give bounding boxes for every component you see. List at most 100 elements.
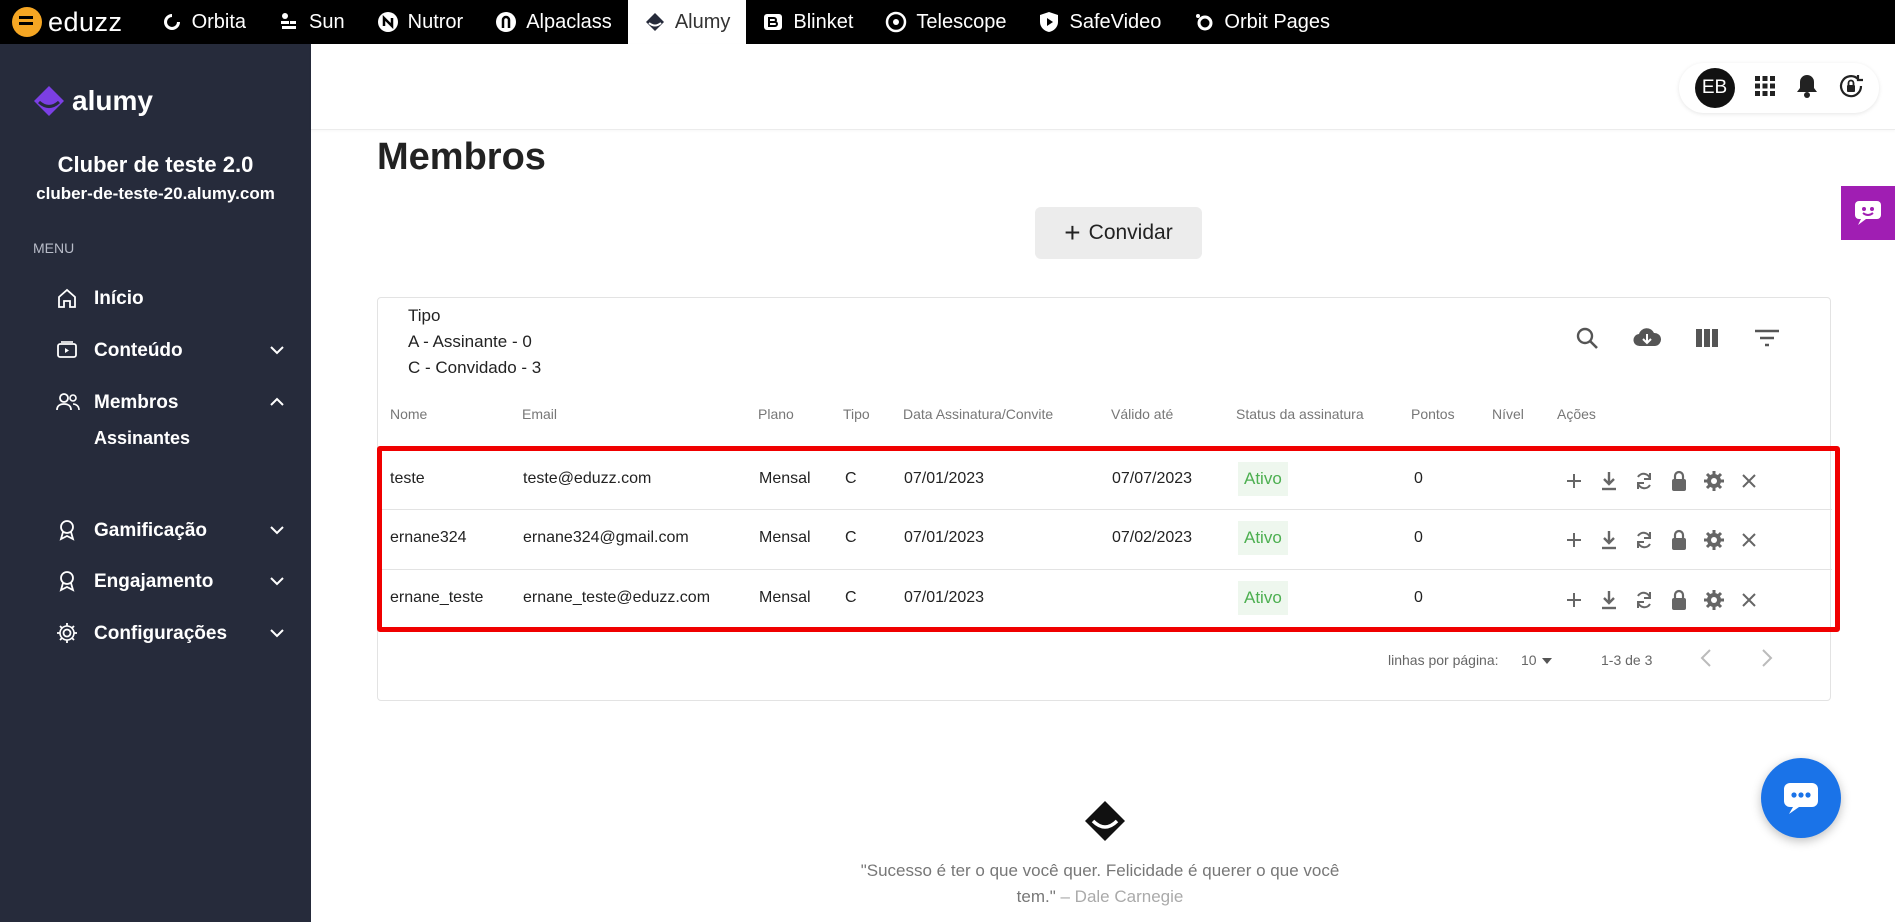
legend-title: Tipo xyxy=(408,306,441,325)
gear-icon xyxy=(56,622,80,646)
app-nutror[interactable]: Nutror xyxy=(361,0,480,44)
sidebar-item-membros[interactable]: Membros xyxy=(56,386,286,420)
col-header-nome[interactable]: Nome xyxy=(390,406,427,422)
col-header-data[interactable]: Data Assinatura/Convite xyxy=(903,406,1053,422)
lock-icon[interactable] xyxy=(1667,469,1691,493)
sidebar-item-label: Início xyxy=(94,288,144,309)
app-alpaclass[interactable]: Alpaclass xyxy=(479,0,628,44)
sidebar-item-gamificacao[interactable]: Gamificação xyxy=(56,514,286,548)
refresh-icon[interactable] xyxy=(1632,469,1656,493)
alumy-logo-icon xyxy=(1085,801,1125,841)
gear-icon[interactable] xyxy=(1702,588,1726,612)
app-label: Alumy xyxy=(674,10,731,33)
close-icon[interactable] xyxy=(1737,528,1761,552)
cell-email: ernane_teste@eduzz.com xyxy=(523,589,711,606)
close-icon[interactable] xyxy=(1737,469,1761,493)
chevron-down-icon xyxy=(268,624,286,648)
eduzz-brand[interactable]: eduzz xyxy=(0,0,145,44)
columns-icon[interactable] xyxy=(1692,323,1722,353)
table-row[interactable]: teste teste@eduzz.com Mensal C 07/01/202… xyxy=(378,450,1832,510)
search-icon[interactable] xyxy=(1572,323,1602,353)
plus-icon[interactable] xyxy=(1562,469,1586,493)
caret-down-icon xyxy=(1541,652,1553,668)
app-alumy[interactable]: Alumy xyxy=(627,0,747,44)
cell-data: 07/01/2023 xyxy=(904,589,985,606)
cell-data: 07/01/2023 xyxy=(904,529,985,546)
next-page-button[interactable] xyxy=(1760,648,1774,671)
logout-icon[interactable] xyxy=(1838,73,1864,104)
feedback-tab[interactable] xyxy=(1841,186,1895,240)
app-safevideo[interactable]: SafeVideo xyxy=(1022,0,1177,44)
cell-plano: Mensal xyxy=(759,529,811,546)
sidebar-item-inicio[interactable]: Início xyxy=(56,282,286,316)
app-label: SafeVideo xyxy=(1069,10,1162,33)
gear-icon[interactable] xyxy=(1702,528,1726,552)
row-actions xyxy=(1562,469,1761,493)
table-row[interactable]: ernane_teste ernane_teste@eduzz.com Mens… xyxy=(378,570,1832,630)
table-toolbar xyxy=(1572,323,1782,353)
col-header-pontos[interactable]: Pontos xyxy=(1411,406,1455,422)
brand-label: eduzz xyxy=(48,6,123,37)
app-sun[interactable]: Sun xyxy=(262,0,361,44)
rows-per-page-select[interactable]: 10 xyxy=(1521,652,1553,668)
gear-icon[interactable] xyxy=(1702,469,1726,493)
quote-author: – Dale Carnegie xyxy=(1060,887,1184,906)
invite-button[interactable]: + Convidar xyxy=(1035,207,1202,259)
lock-icon[interactable] xyxy=(1667,588,1691,612)
download-icon[interactable] xyxy=(1597,469,1621,493)
close-icon[interactable] xyxy=(1737,588,1761,612)
refresh-icon[interactable] xyxy=(1632,588,1656,612)
col-header-valido[interactable]: Válido até xyxy=(1111,406,1173,422)
cell-plano: Mensal xyxy=(759,589,811,606)
filter-icon[interactable] xyxy=(1752,323,1782,353)
orbit-pages-icon xyxy=(1193,11,1215,33)
cell-pontos: 0 xyxy=(1414,589,1423,606)
app-label: Alpaclass xyxy=(526,10,612,33)
app-blinket[interactable]: Blinket xyxy=(746,0,869,44)
sidebar-subitem-assinantes[interactable]: Assinantes xyxy=(94,428,190,449)
col-header-tipo[interactable]: Tipo xyxy=(843,406,870,422)
plus-icon[interactable] xyxy=(1562,528,1586,552)
sidebar-item-conteudo[interactable]: Conteúdo xyxy=(56,334,286,368)
download-icon[interactable] xyxy=(1597,588,1621,612)
prev-page-button[interactable] xyxy=(1699,648,1713,671)
col-header-nivel[interactable]: Nível xyxy=(1492,406,1524,422)
cell-data: 07/01/2023 xyxy=(904,470,985,487)
col-header-plano[interactable]: Plano xyxy=(758,406,794,422)
download-icon[interactable] xyxy=(1597,528,1621,552)
sidebar-item-engajamento[interactable]: Engajamento xyxy=(56,565,286,599)
cell-valido: 07/07/2023 xyxy=(1112,470,1193,487)
sidebar-item-label: Configurações xyxy=(94,623,228,644)
col-header-email[interactable]: Email xyxy=(522,406,557,422)
app-label: Orbita xyxy=(191,10,247,33)
status-badge: Ativo xyxy=(1238,462,1288,496)
app-orbit-pages[interactable]: Orbit Pages xyxy=(1177,0,1346,44)
footer-quote: "Sucesso é ter o que você quer. Felicida… xyxy=(860,858,1340,910)
chat-button[interactable] xyxy=(1761,758,1841,838)
logo-label: alumy xyxy=(72,85,153,116)
cloud-download-icon[interactable] xyxy=(1632,323,1662,353)
cell-tipo: C xyxy=(845,470,857,487)
app-telescope[interactable]: Telescope xyxy=(869,0,1022,44)
col-header-status[interactable]: Status da assinatura xyxy=(1236,406,1364,422)
alumy-logo[interactable]: alumy xyxy=(32,84,153,118)
sidebar-item-configuracoes[interactable]: Configurações xyxy=(56,617,286,651)
plus-icon[interactable] xyxy=(1562,588,1586,612)
apps-grid-icon[interactable] xyxy=(1754,75,1776,102)
cell-nome: teste xyxy=(390,470,425,487)
sidebar-item-label: Engajamento xyxy=(94,571,214,592)
page-header: EB xyxy=(311,44,1895,130)
club-url[interactable]: cluber-de-teste-20.alumy.com xyxy=(0,184,311,204)
app-orbita[interactable]: Orbita xyxy=(145,0,262,44)
type-legend: Tipo A - Assinante - 0 C - Convidado - 3 xyxy=(408,303,541,381)
legend-line-c: C - Convidado - 3 xyxy=(408,358,542,377)
table-row[interactable]: ernane324 ernane324@gmail.com Mensal C 0… xyxy=(378,510,1832,570)
lock-icon[interactable] xyxy=(1667,528,1691,552)
home-icon xyxy=(56,287,80,311)
invite-label: Convidar xyxy=(1088,221,1173,244)
bell-icon[interactable] xyxy=(1795,73,1819,104)
app-label: Orbit Pages xyxy=(1224,10,1331,33)
avatar[interactable]: EB xyxy=(1694,68,1735,108)
cell-tipo: C xyxy=(845,589,857,606)
refresh-icon[interactable] xyxy=(1632,528,1656,552)
